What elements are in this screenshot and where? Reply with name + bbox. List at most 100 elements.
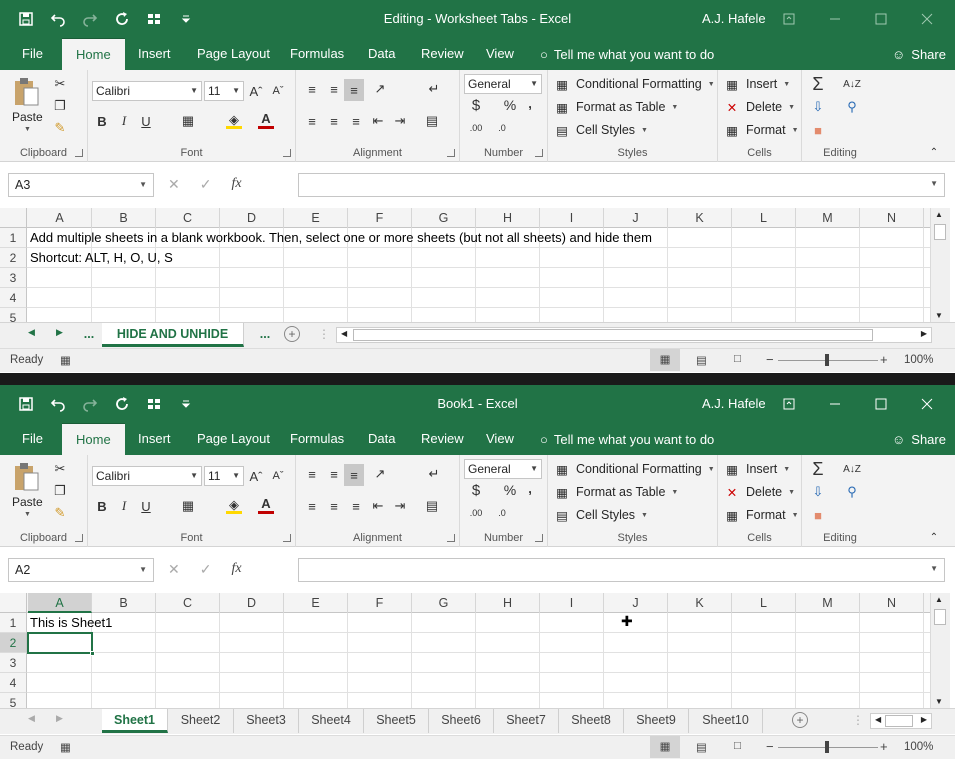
- paste-dropdown[interactable]: ▼: [24, 511, 31, 518]
- shrink-font-icon[interactable]: Aˇ: [270, 83, 286, 99]
- fill-icon[interactable]: ⇩: [808, 97, 828, 117]
- save-icon[interactable]: [10, 8, 42, 30]
- decrease-decimal-icon[interactable]: .0: [492, 120, 512, 136]
- align-right-icon[interactable]: ≡: [348, 498, 364, 514]
- new-sheet-icon[interactable]: +: [284, 326, 300, 342]
- tab-view[interactable]: View: [484, 38, 516, 70]
- column-header-d[interactable]: D: [220, 593, 284, 613]
- minimize-icon[interactable]: [812, 0, 858, 38]
- page-break-view-icon[interactable]: □: [734, 740, 741, 752]
- ribbon-display-icon[interactable]: [766, 0, 812, 38]
- scroll-thumb[interactable]: [934, 224, 946, 240]
- column-header-l[interactable]: L: [732, 593, 796, 613]
- bold-icon[interactable]: B: [94, 498, 110, 514]
- scroll-up-icon[interactable]: ▲: [935, 595, 943, 604]
- percent-icon[interactable]: %: [502, 97, 518, 113]
- comma-icon[interactable]: ,: [524, 95, 536, 111]
- increase-indent-icon[interactable]: ⇥: [392, 113, 408, 129]
- save-icon[interactable]: [10, 393, 42, 415]
- tab-data[interactable]: Data: [366, 423, 397, 455]
- cell-styles-button[interactable]: ▤ Cell Styles ▼: [554, 122, 648, 138]
- collapse-ribbon-icon[interactable]: ⌃: [928, 146, 940, 158]
- name-box[interactable]: A2 ▼: [8, 558, 154, 582]
- cell-styles-button[interactable]: ▤ Cell Styles ▼: [554, 507, 648, 523]
- find-select-icon[interactable]: ⚲: [842, 97, 862, 117]
- column-header-d[interactable]: D: [220, 208, 284, 228]
- share-button[interactable]: ☺ Share: [892, 423, 946, 455]
- cell-a1[interactable]: This is Sheet1: [30, 615, 112, 630]
- align-top-icon[interactable]: ≡: [304, 466, 320, 482]
- align-left-icon[interactable]: ≡: [304, 498, 320, 514]
- font-size-combo[interactable]: 11 ▼: [204, 466, 244, 486]
- copy-icon[interactable]: ❐: [52, 483, 68, 499]
- cell-a1[interactable]: Add multiple sheets in a blank workbook.…: [30, 230, 652, 245]
- column-header-g[interactable]: G: [412, 593, 476, 613]
- page-break-view-icon[interactable]: □: [734, 353, 741, 365]
- tab-split-handle[interactable]: ⋮: [318, 327, 330, 341]
- cut-icon[interactable]: ✂: [52, 76, 68, 92]
- underline-icon[interactable]: U: [138, 498, 154, 514]
- page-layout-view-icon[interactable]: ▤: [696, 353, 707, 367]
- column-header-j[interactable]: J: [604, 208, 668, 228]
- row-header-3[interactable]: 3: [0, 268, 27, 288]
- format-painter-icon[interactable]: ✎: [52, 505, 68, 521]
- sheet-tab-sheet5[interactable]: Sheet5: [364, 709, 429, 733]
- sheet-tab-sheet6[interactable]: Sheet6: [429, 709, 494, 733]
- clipboard-launcher[interactable]: [75, 534, 83, 542]
- number-format-combo[interactable]: General ▼: [464, 459, 542, 479]
- currency-icon[interactable]: $: [468, 97, 484, 114]
- select-all-corner[interactable]: [0, 208, 27, 228]
- tab-formulas[interactable]: Formulas: [288, 38, 346, 70]
- user-name[interactable]: A.J. Hafele: [702, 396, 766, 411]
- sheet-tab-sheet2[interactable]: Sheet2: [168, 709, 234, 733]
- font-color-icon[interactable]: A: [258, 111, 274, 129]
- number-launcher[interactable]: [535, 534, 543, 542]
- align-left-icon[interactable]: ≡: [304, 113, 320, 129]
- paste-icon[interactable]: [12, 76, 42, 108]
- insert-function-icon[interactable]: fx: [231, 561, 241, 578]
- normal-view-icon[interactable]: ▦: [650, 736, 680, 758]
- maximize-icon[interactable]: [858, 385, 904, 423]
- insert-cells-button[interactable]: ▦ Insert ▼: [724, 76, 790, 92]
- fill-color-icon[interactable]: ◈: [226, 112, 242, 129]
- sheet-tab-more-right[interactable]: ...: [252, 323, 278, 347]
- tab-review[interactable]: Review: [419, 38, 466, 70]
- align-bottom-icon[interactable]: ≡: [344, 79, 364, 101]
- column-header-c[interactable]: C: [156, 208, 220, 228]
- scroll-down-icon[interactable]: ▼: [935, 311, 943, 320]
- horizontal-scrollbar[interactable]: ◀ ▶: [870, 713, 932, 729]
- column-header-h[interactable]: H: [476, 593, 540, 613]
- font-color-icon[interactable]: A: [258, 496, 274, 514]
- tab-insert[interactable]: Insert: [136, 38, 173, 70]
- formula-input[interactable]: ▼: [298, 173, 945, 197]
- number-launcher[interactable]: [535, 149, 543, 157]
- form-icon[interactable]: [138, 8, 170, 30]
- cut-icon[interactable]: ✂: [52, 461, 68, 477]
- fill-color-icon[interactable]: ◈: [226, 497, 242, 514]
- normal-view-icon[interactable]: ▦: [650, 349, 680, 371]
- sheet-tab-sheet3[interactable]: Sheet3: [234, 709, 299, 733]
- minimize-icon[interactable]: [812, 385, 858, 423]
- column-header-a[interactable]: A: [28, 593, 92, 613]
- grow-font-icon[interactable]: Aˆ: [248, 468, 264, 484]
- font-launcher[interactable]: [283, 534, 291, 542]
- hscroll-thumb[interactable]: [885, 715, 913, 727]
- merge-center-icon[interactable]: ▤: [424, 113, 440, 129]
- hscroll-right-icon[interactable]: ▶: [921, 329, 927, 338]
- refresh-icon[interactable]: [106, 8, 138, 30]
- find-select-icon[interactable]: ⚲: [842, 482, 862, 502]
- enter-icon[interactable]: ✓: [200, 561, 212, 578]
- sheet-tab-sheet9[interactable]: Sheet9: [624, 709, 689, 733]
- column-header-f[interactable]: F: [348, 208, 412, 228]
- horizontal-scrollbar[interactable]: ◀ ▶: [336, 327, 932, 343]
- borders-icon[interactable]: ▦: [180, 113, 196, 129]
- row-header-3[interactable]: 3: [0, 653, 27, 673]
- bold-icon[interactable]: B: [94, 113, 110, 129]
- scroll-tabs-left-icon[interactable]: ◀: [28, 327, 35, 338]
- collapse-ribbon-icon[interactable]: ⌃: [928, 531, 940, 543]
- align-bottom-icon[interactable]: ≡: [344, 464, 364, 486]
- tab-home[interactable]: Home: [62, 38, 125, 70]
- format-cells-button[interactable]: ▦ Format ▼: [724, 507, 798, 523]
- worksheet-grid[interactable]: ABCDEFGHIJKLMN 12345 This is Sheet1 ✚: [0, 589, 930, 713]
- cancel-icon[interactable]: ✕: [168, 561, 180, 578]
